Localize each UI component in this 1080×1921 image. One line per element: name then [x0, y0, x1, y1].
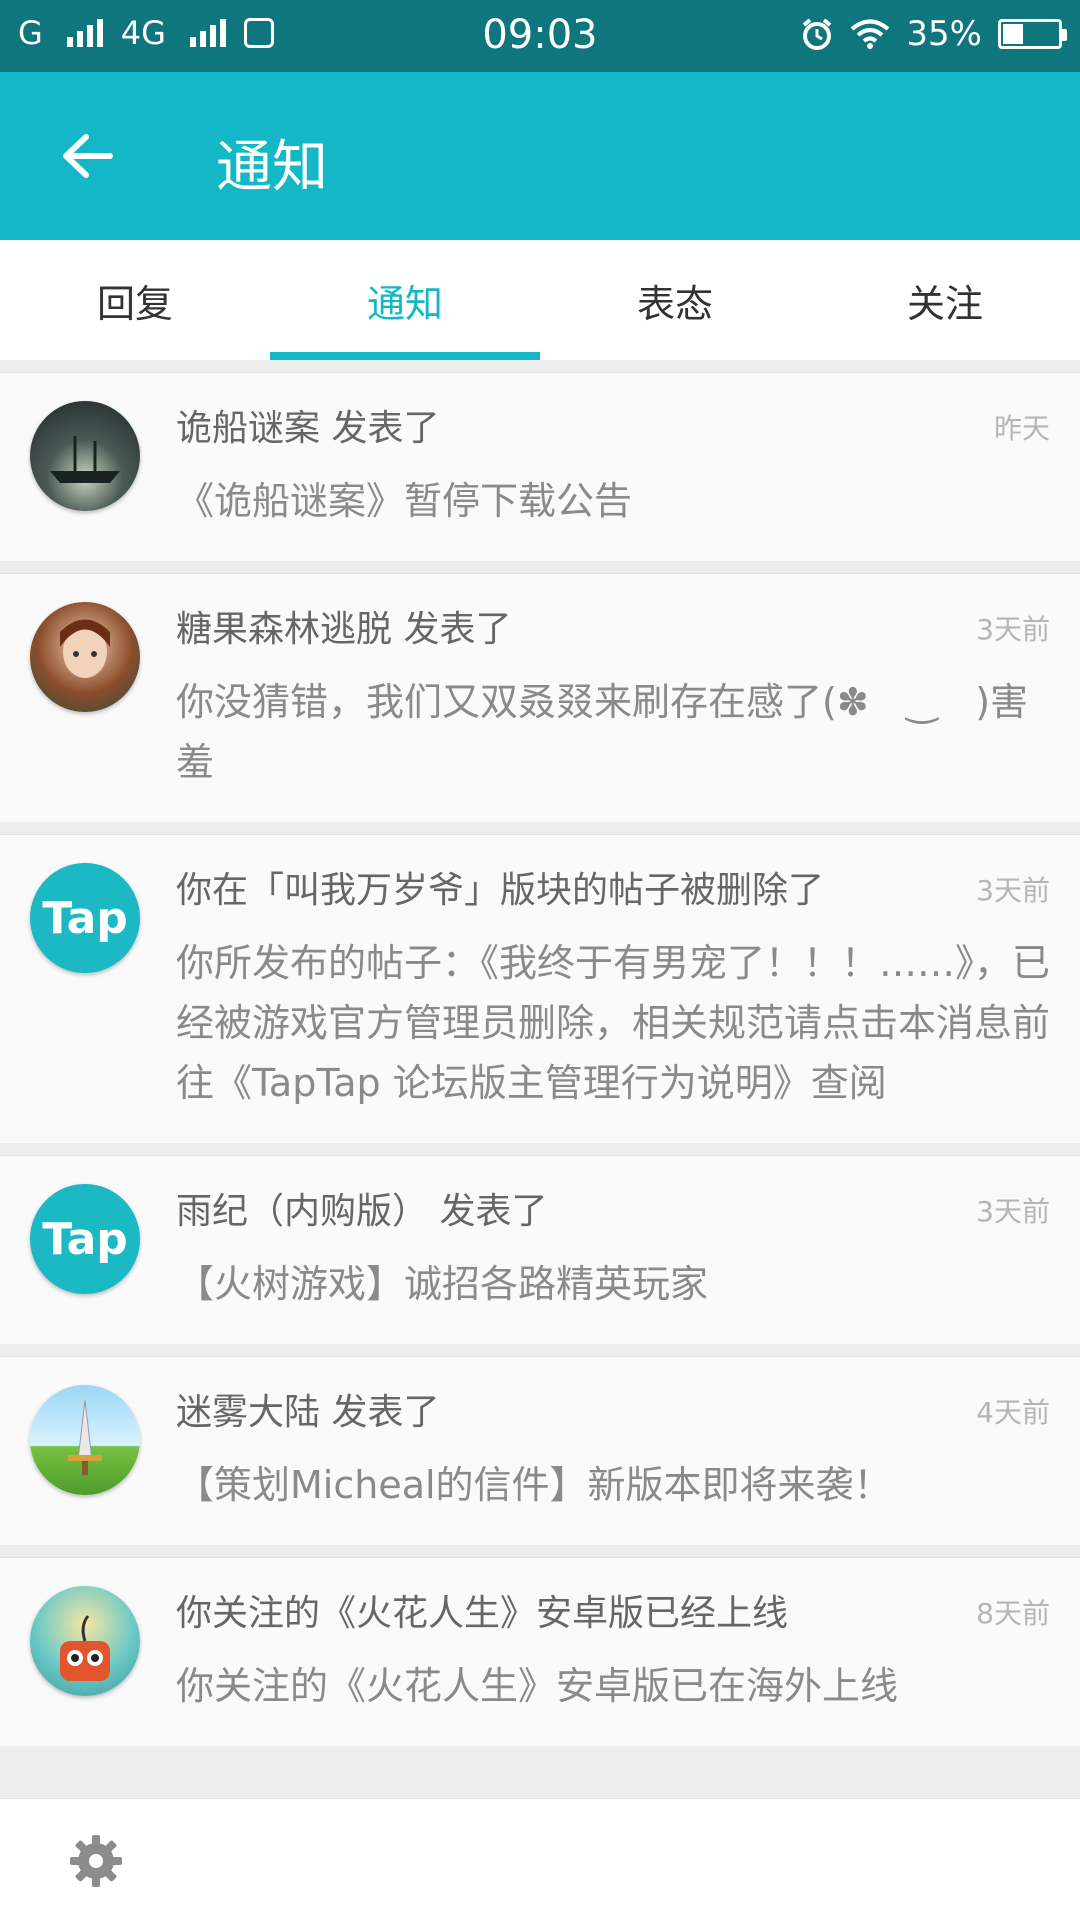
battery-icon [998, 19, 1067, 49]
notification-body: 【策划Micheal的信件】新版本即将来袭！ [176, 1463, 892, 1507]
back-button[interactable] [48, 116, 128, 196]
battery-percent: 35% [906, 14, 982, 54]
status-bar: G 4G 09:03 35% [0, 0, 1080, 72]
app-header: 通知 [0, 72, 1080, 240]
notification-item[interactable]: 诡船谜案 发表了 昨天 《诡船谜案》暂停下载公告 [0, 372, 1080, 561]
notification-time: 3天前 [976, 1195, 1050, 1228]
game-avatar[interactable] [30, 401, 140, 511]
back-arrow-icon [63, 134, 113, 178]
notification-time: 4天前 [976, 1396, 1050, 1429]
gear-icon [70, 1835, 122, 1887]
tab-following[interactable]: 关注 [810, 240, 1080, 360]
notification-body: 你关注的《火花人生》安卓版已在海外上线 [176, 1664, 899, 1708]
settings-button[interactable] [66, 1831, 126, 1891]
notification-body: 你所发布的帖子：《我终于有男宠了！！！……》，已经被游戏官方管理员删除，相关规范… [176, 941, 1051, 1105]
tab-notifications[interactable]: 通知 [270, 240, 540, 360]
notification-time: 8天前 [976, 1597, 1050, 1630]
notification-item[interactable]: 迷雾大陆 发表了 4天前 【策划Micheal的信件】新版本即将来袭！ [0, 1356, 1080, 1545]
notification-time: 昨天 [993, 412, 1050, 445]
ship-icon [50, 436, 120, 483]
notification-time: 3天前 [976, 874, 1050, 907]
tab-replies[interactable]: 回复 [0, 240, 270, 360]
game-avatar[interactable] [30, 602, 140, 712]
notification-body: 你没猜错，我们又双叒叕来刷存在感了(✽ ‿ )害羞 [176, 680, 1029, 784]
notification-body: 《诡船谜案》暂停下载公告 [176, 479, 633, 523]
notification-title: 你在「叫我万岁爷」版块的帖子被删除了 [176, 870, 825, 911]
game-avatar[interactable] [30, 1385, 140, 1495]
character-icon [60, 619, 110, 678]
notification-list: 诡船谜案 发表了 昨天 《诡船谜案》暂停下载公告 糖果森林逃脱 发表了 3天前 … [0, 360, 1080, 1746]
sword-icon [68, 1399, 102, 1475]
notification-title: 诡船谜案 发表了 [176, 408, 440, 449]
notification-title: 你关注的《火花人生》安卓版已经上线 [176, 1593, 789, 1634]
firework-character-icon [60, 1615, 110, 1681]
wifi-icon [851, 19, 890, 49]
taptap-avatar[interactable]: Tap [30, 863, 140, 973]
notification-time: 3天前 [976, 613, 1050, 646]
tab-bar: 回复 通知 表态 关注 [0, 240, 1080, 360]
notification-item[interactable]: 你关注的《火花人生》安卓版已经上线 8天前 你关注的《火花人生》安卓版已在海外上… [0, 1557, 1080, 1746]
status-right: 35% [800, 14, 1067, 54]
page-title: 通知 [216, 135, 328, 200]
notification-item[interactable]: 糖果森林逃脱 发表了 3天前 你没猜错，我们又双叒叕来刷存在感了(✽ ‿ )害羞 [0, 573, 1080, 822]
bottom-bar [0, 1798, 1080, 1921]
notification-title: 糖果森林逃脱 发表了 [176, 609, 512, 650]
notification-title: 迷雾大陆 发表了 [176, 1392, 440, 1433]
taptap-avatar[interactable]: Tap [30, 1184, 140, 1294]
alarm-icon [803, 18, 832, 50]
notification-item[interactable]: Tap 你在「叫我万岁爷」版块的帖子被删除了 3天前 你所发布的帖子：《我终于有… [0, 834, 1080, 1143]
notification-body: 【火树游戏】诚招各路精英玩家 [176, 1262, 709, 1306]
game-avatar[interactable] [30, 1586, 140, 1696]
notification-item[interactable]: Tap 雨纪（内购版） 发表了 3天前 【火树游戏】诚招各路精英玩家 [0, 1155, 1080, 1344]
notification-title: 雨纪（内购版） 发表了 [176, 1191, 548, 1232]
tab-reactions[interactable]: 表态 [540, 240, 810, 360]
